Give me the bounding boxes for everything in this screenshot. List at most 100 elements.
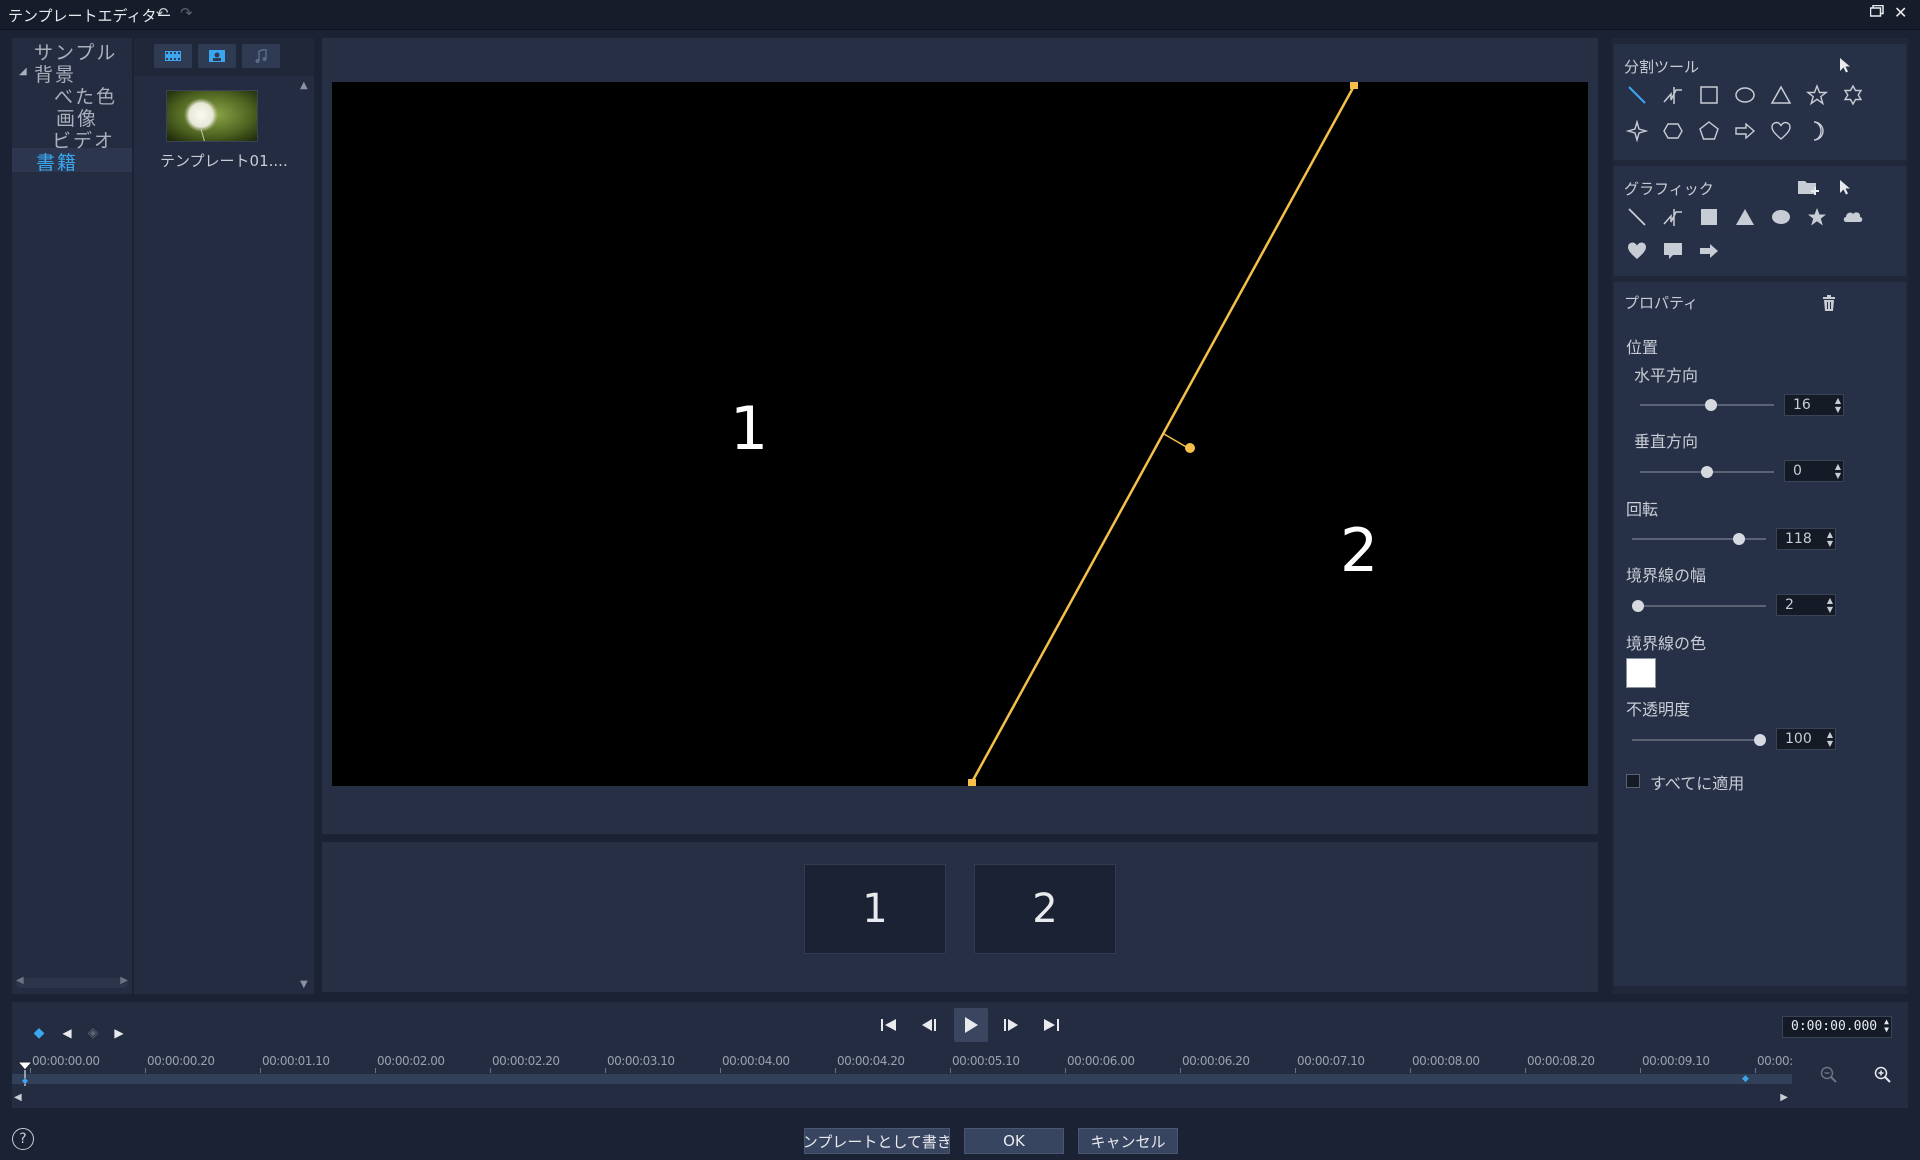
scroll-down-icon[interactable]: ▼	[300, 979, 308, 990]
rectangle-split-icon[interactable]	[1696, 82, 1722, 108]
vertical-slider-knob[interactable]	[1701, 466, 1713, 478]
zoom-out-icon[interactable]	[1816, 1062, 1842, 1088]
spin-up-icon[interactable]: ▲	[1835, 397, 1841, 405]
folder-add-icon[interactable]	[1796, 174, 1822, 200]
opacity-slider-knob[interactable]	[1754, 734, 1766, 746]
apply-all-label[interactable]: すべてに適用	[1650, 770, 1744, 794]
timeline-horizontal-scrollbar[interactable]: ◀ ▶	[12, 1092, 1792, 1104]
timeline-track[interactable]	[12, 1074, 1792, 1084]
spin-up-icon[interactable]: ▲	[1827, 597, 1833, 605]
split-line-overlay[interactable]	[332, 82, 1588, 786]
opacity-slider[interactable]	[1632, 734, 1766, 746]
rotation-slider-knob[interactable]	[1733, 533, 1746, 545]
playhead-marker[interactable]	[16, 1060, 36, 1088]
split-line-endpoint-handle[interactable]	[968, 779, 976, 786]
video-tab[interactable]	[154, 44, 192, 68]
crescent-split-icon[interactable]	[1804, 118, 1830, 144]
border-width-value[interactable]: 2	[1785, 597, 1794, 613]
scroll-right-icon[interactable]: ▶	[120, 975, 128, 986]
heart-split-icon[interactable]	[1768, 118, 1794, 144]
rotation-handle[interactable]	[1185, 443, 1195, 453]
spin-up-icon[interactable]: ▲	[1835, 463, 1841, 471]
arrow-graphic-icon[interactable]	[1696, 238, 1722, 264]
opacity-value[interactable]: 100	[1785, 731, 1812, 747]
photo-tab[interactable]	[198, 44, 236, 68]
horizontal-slider-knob[interactable]	[1704, 399, 1717, 411]
zoom-in-icon[interactable]	[1870, 1062, 1896, 1088]
library-vertical-scrollbar[interactable]: ▲ ▼	[298, 80, 312, 990]
play-button[interactable]	[954, 1008, 988, 1042]
opacity-spinner[interactable]: 100 ▲ ▼	[1776, 728, 1836, 750]
spin-down-icon[interactable]: ▼	[1835, 472, 1841, 480]
end-keyframe-icon[interactable]: ◆	[1742, 1074, 1749, 1084]
scroll-left-icon[interactable]: ◀	[14, 1092, 22, 1103]
rotation-slider[interactable]	[1632, 533, 1766, 545]
save-as-template-button[interactable]: テンプレートとして書き...	[804, 1128, 950, 1154]
spin-down-icon[interactable]: ▼	[1827, 606, 1833, 614]
triangle-graphic-icon[interactable]	[1732, 204, 1758, 230]
border-width-spinner[interactable]: 2 ▲ ▼	[1776, 594, 1836, 616]
spin-up-icon[interactable]: ▲	[1827, 731, 1833, 739]
vertical-spinner[interactable]: 0 ▲ ▼	[1784, 460, 1844, 482]
heart-graphic-icon[interactable]	[1624, 238, 1650, 264]
tree-horizontal-scrollbar[interactable]: ◀ ▶	[16, 975, 128, 988]
speech-bubble-graphic-icon[interactable]	[1660, 238, 1686, 264]
hexagon-split-icon[interactable]	[1660, 118, 1686, 144]
border-width-slider-knob[interactable]	[1632, 600, 1644, 612]
border-width-slider[interactable]	[1632, 600, 1766, 612]
vertical-value[interactable]: 0	[1793, 463, 1802, 479]
timecode-value[interactable]: 0:00:00.000	[1791, 1019, 1877, 1034]
region-thumb-1[interactable]: 1	[804, 864, 946, 954]
go-to-start-icon[interactable]	[874, 1010, 904, 1040]
prev-frame-icon[interactable]	[914, 1010, 944, 1040]
hexagram-split-icon[interactable]	[1840, 82, 1866, 108]
four-point-star-split-icon[interactable]	[1624, 118, 1650, 144]
star-graphic-icon[interactable]	[1804, 204, 1830, 230]
restore-window-icon[interactable]	[1869, 4, 1884, 21]
line-split-icon[interactable]	[1624, 82, 1650, 108]
cloud-graphic-icon[interactable]	[1840, 204, 1866, 230]
undo-icon[interactable]: ↶	[156, 4, 169, 22]
rotation-value[interactable]: 118	[1785, 531, 1812, 547]
vertical-slider[interactable]	[1640, 466, 1774, 478]
preview-canvas[interactable]: 1 2	[332, 82, 1588, 786]
arrow-split-icon[interactable]	[1732, 118, 1758, 144]
split-line[interactable]	[970, 85, 1356, 783]
ok-button[interactable]: OK	[964, 1128, 1064, 1154]
close-window-icon[interactable]: ✕	[1894, 3, 1907, 22]
pentagon-split-icon[interactable]	[1696, 118, 1722, 144]
timecode-spin-icon[interactable]: ▲ ▼	[1884, 1018, 1889, 1034]
polyline-graphic-icon[interactable]	[1660, 204, 1686, 230]
pointer-icon[interactable]	[1832, 52, 1858, 78]
region-thumb-2[interactable]: 2	[974, 864, 1116, 954]
timecode-display[interactable]: 0:00:00.000 ▲ ▼	[1782, 1016, 1892, 1038]
ellipse-split-icon[interactable]	[1732, 82, 1758, 108]
tree-item-books[interactable]: 書籍	[36, 148, 78, 175]
horizontal-value[interactable]: 16	[1793, 397, 1811, 413]
apply-all-checkbox[interactable]	[1626, 774, 1640, 788]
scroll-left-icon[interactable]: ◀	[16, 975, 24, 986]
template-thumbnail[interactable]	[166, 90, 258, 142]
cancel-button[interactable]: キャンセル	[1078, 1128, 1178, 1154]
trash-icon[interactable]	[1816, 290, 1842, 316]
horizontal-spinner[interactable]: 16 ▲ ▼	[1784, 394, 1844, 416]
rectangle-graphic-icon[interactable]	[1696, 204, 1722, 230]
triangle-split-icon[interactable]	[1768, 82, 1794, 108]
help-icon[interactable]: ?	[12, 1128, 34, 1150]
scroll-right-icon[interactable]: ▶	[1780, 1092, 1788, 1103]
line-graphic-icon[interactable]	[1624, 204, 1650, 230]
scroll-up-icon[interactable]: ▲	[300, 80, 308, 91]
go-to-end-icon[interactable]	[1036, 1010, 1066, 1040]
polyline-split-icon[interactable]	[1660, 82, 1686, 108]
horizontal-slider[interactable]	[1640, 399, 1774, 411]
spin-down-icon[interactable]: ▼	[1827, 740, 1833, 748]
audio-tab[interactable]	[242, 44, 280, 68]
border-color-swatch[interactable]	[1626, 658, 1656, 688]
rotation-spinner[interactable]: 118 ▲ ▼	[1776, 528, 1836, 550]
pointer-icon[interactable]	[1832, 174, 1858, 200]
redo-icon[interactable]: ↷	[180, 4, 193, 22]
spin-up-icon[interactable]: ▲	[1827, 531, 1833, 539]
next-frame-icon[interactable]	[996, 1010, 1026, 1040]
star-split-icon[interactable]	[1804, 82, 1830, 108]
spin-down-icon[interactable]: ▼	[1827, 540, 1833, 548]
